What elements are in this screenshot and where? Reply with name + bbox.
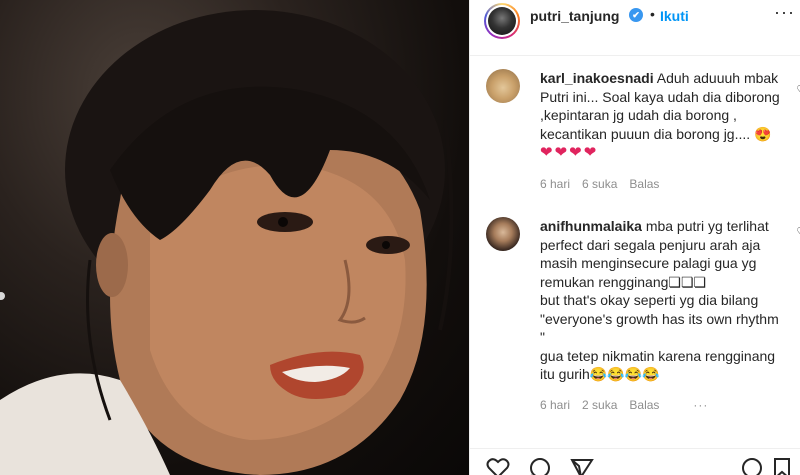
comment-more-icon[interactable]: ··· [693,398,708,412]
comment-text: but that's okay seperti yg dia bilang "e… [540,292,779,345]
comment-body: anifhunmalaika mba putri yg terlihat per… [540,217,784,384]
commenter-avatar[interactable] [486,217,520,251]
bookmark-icon[interactable] [772,457,792,475]
post-side-panel: putri_tanjung ✔ • Ikuti ··· karl_inakoes… [469,0,800,475]
face-with-tears-of-joy-icon: 😂 [642,366,660,382]
post-author-username[interactable]: putri_tanjung [530,8,619,24]
face-with-tears-of-joy-icon: 😂 [607,366,625,382]
comment-username[interactable]: karl_inakoesnadi [540,70,654,86]
emoji-icon[interactable] [740,457,764,475]
verified-badge-icon: ✔ [629,8,643,22]
post-photo [0,0,469,475]
heart-outline-icon[interactable]: ♡ [796,83,800,97]
face-with-tears-of-joy-icon: 😂 [624,366,643,382]
red-heart-icon: ❤ [540,144,553,161]
comment-meta: 6 hari 2 suka Balas ··· [540,398,708,412]
more-options-icon[interactable]: ··· [774,2,795,23]
comment-likes[interactable]: 2 suka [582,398,617,412]
comment-time: 6 hari [540,177,571,191]
action-bar [470,448,800,475]
reply-button[interactable]: Balas [629,398,659,412]
comment-icon[interactable] [528,457,552,475]
commenter-avatar[interactable] [486,69,520,103]
smiling-face-heart-eyes-icon: 😍 [754,125,772,142]
comment-username[interactable]: anifhunmalaika [540,218,642,234]
red-heart-icon: ❤ [583,144,597,161]
face-with-tears-of-joy-icon: 😂 [589,366,608,382]
unknown-glyphs: ❏❏❏ [668,273,707,290]
heart-outline-icon[interactable] [486,457,510,475]
comment-body: karl_inakoesnadi Aduh aduuuh mbak Putri … [540,69,784,163]
red-heart-icon: ❤ [554,144,568,161]
heart-outline-icon[interactable]: ♡ [796,225,800,239]
reply-button[interactable]: Balas [629,177,659,191]
red-heart-icon: ❤ [569,144,582,161]
comment-time: 6 hari [540,398,571,412]
avatar[interactable] [484,3,520,39]
comment-meta: 6 hari 6 suka Balas [540,177,659,191]
post-header: putri_tanjung ✔ • Ikuti ··· [470,0,800,56]
share-icon[interactable] [570,457,594,475]
separator-dot: • [650,6,655,22]
portrait-image [0,10,454,475]
follow-button[interactable]: Ikuti [660,8,689,24]
comment-likes[interactable]: 6 suka [582,177,617,191]
